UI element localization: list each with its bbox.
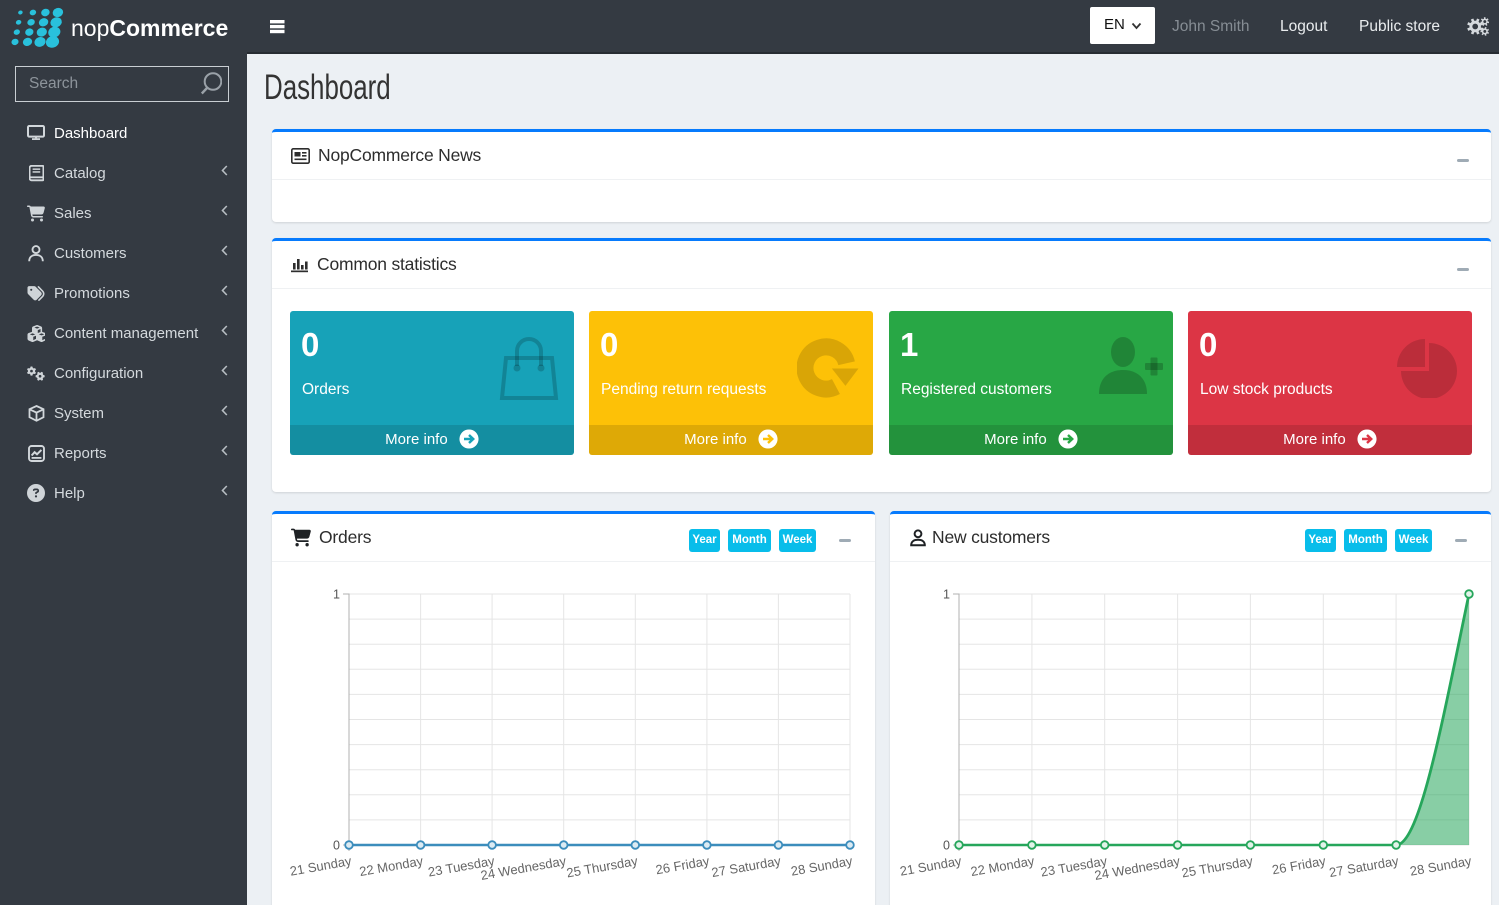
svg-text:28 Sunday: 28 Sunday bbox=[1409, 853, 1473, 879]
svg-text:26 Friday: 26 Friday bbox=[654, 853, 710, 877]
svg-text:0: 0 bbox=[943, 839, 950, 853]
svg-text:1: 1 bbox=[943, 588, 950, 602]
svg-text:21 Sunday: 21 Sunday bbox=[289, 853, 353, 879]
svg-text:28 Sunday: 28 Sunday bbox=[790, 853, 854, 879]
svg-text:24 Wednesday: 24 Wednesday bbox=[1093, 853, 1181, 883]
svg-text:0: 0 bbox=[333, 839, 340, 853]
svg-text:22 Monday: 22 Monday bbox=[358, 853, 424, 879]
svg-text:27 Saturday: 27 Saturday bbox=[710, 853, 782, 880]
svg-text:21 Sunday: 21 Sunday bbox=[899, 853, 963, 879]
svg-text:25 Thursday: 25 Thursday bbox=[1180, 853, 1254, 880]
svg-text:1: 1 bbox=[333, 588, 340, 602]
svg-text:22 Monday: 22 Monday bbox=[969, 853, 1035, 879]
svg-text:25 Thursday: 25 Thursday bbox=[565, 853, 639, 880]
svg-text:27 Saturday: 27 Saturday bbox=[1328, 853, 1400, 880]
svg-text:26 Friday: 26 Friday bbox=[1271, 853, 1327, 877]
